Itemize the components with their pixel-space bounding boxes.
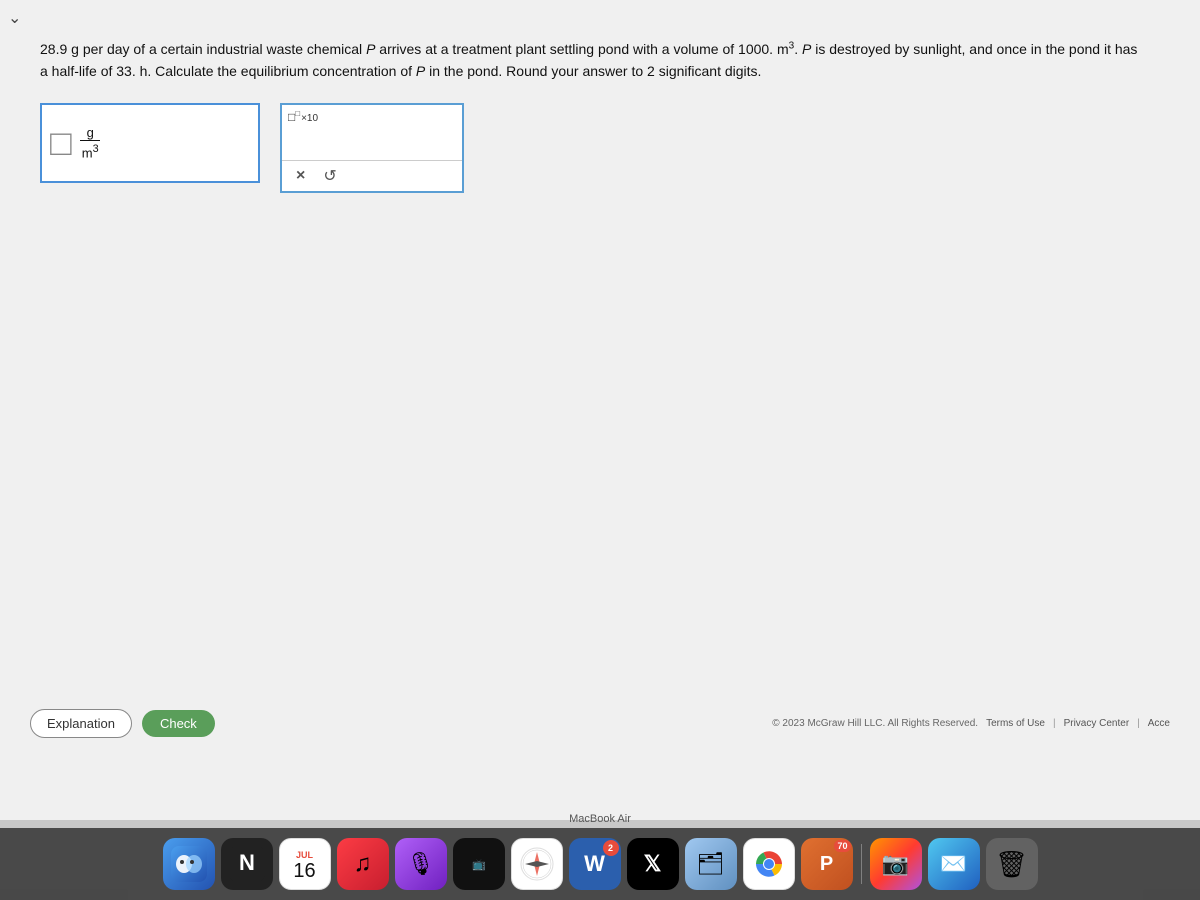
dock-chrome[interactable] <box>743 838 795 890</box>
dock-x[interactable]: 𝕏 <box>627 838 679 890</box>
dock-powerpoint[interactable]: P 70 <box>801 838 853 890</box>
dock-finder[interactable] <box>163 838 215 890</box>
privacy-link[interactable]: Privacy Center <box>1064 718 1130 729</box>
bottom-action-bar: Explanation Check © 2023 McGraw Hill LLC… <box>0 699 1200 748</box>
macbook-label: MacBook Air <box>569 813 631 825</box>
fraction-numerator: g <box>80 125 100 141</box>
dock-podcast[interactable]: 🎙 <box>395 838 447 890</box>
answer-top-area: □□×10 <box>282 105 462 160</box>
main-content: ⌄ 28.9 g per day of a certain industrial… <box>0 0 1200 820</box>
question-text-p3: . <box>794 41 802 57</box>
fraction-den-letter: m <box>82 145 93 160</box>
check-button[interactable]: Check <box>142 710 215 737</box>
dock-trash[interactable]: 🗑 <box>986 838 1038 890</box>
dock-files[interactable]: 🗂 <box>685 838 737 890</box>
question-text-p5: in the pond. Round your answer to 2 sign… <box>425 63 761 79</box>
clear-button[interactable]: × <box>296 167 305 185</box>
explanation-button[interactable]: Explanation <box>30 709 132 738</box>
svg-text:N: N <box>239 850 255 875</box>
fraction-display: g m3 <box>78 125 103 160</box>
word-badge: 2 <box>603 840 619 856</box>
calendar-day: 16 <box>293 860 315 883</box>
question-text-p2: arrives at a treatment plant settling po… <box>375 41 788 57</box>
ppt-badge: 70 <box>834 840 850 852</box>
left-buttons: Explanation Check <box>30 709 215 738</box>
acce-link[interactable]: Acce <box>1148 718 1170 729</box>
answer-bottom-buttons: × ↺ <box>282 160 462 191</box>
dock-news[interactable]: N <box>221 838 273 890</box>
separator2: | <box>1137 718 1140 729</box>
chem-var-p: P <box>366 41 375 57</box>
bracket-left: □ <box>50 125 72 161</box>
chevron-down-button[interactable]: ⌄ <box>8 8 21 28</box>
dock-calendar[interactable]: JUL 16 <box>279 838 331 890</box>
dock-separator <box>861 844 862 884</box>
undo-button[interactable]: ↺ <box>323 166 336 186</box>
calendar-month: JUL <box>296 850 313 860</box>
dock-appletv[interactable]: 📺 <box>453 838 505 890</box>
answer-outer-box[interactable]: □□×10 × ↺ <box>280 103 464 193</box>
chevron-area: ⌄ <box>8 8 21 28</box>
chem-var-p2: P <box>802 41 811 57</box>
separator1: | <box>1053 718 1056 729</box>
chem-var-p3: P <box>416 63 425 79</box>
question-text-p1: 28.9 g per day of a certain industrial w… <box>40 41 366 57</box>
dock-music[interactable]: ♫ <box>337 838 389 890</box>
dock-word[interactable]: W 2 <box>569 838 621 890</box>
dock-photos[interactable]: 📷 <box>870 838 922 890</box>
answer-section: □ g m3 □□×10 × ↺ <box>30 103 1170 193</box>
macos-dock: N JUL 16 ♫ 🎙 📺 W 2 𝕏 🗂 <box>0 828 1200 900</box>
footer-links: © 2023 McGraw Hill LLC. All Rights Reser… <box>772 718 1170 729</box>
terms-link[interactable]: Terms of Use <box>986 718 1045 729</box>
copyright-text: © 2023 McGraw Hill LLC. All Rights Reser… <box>772 718 978 729</box>
fraction-denominator: m3 <box>78 143 103 160</box>
dock-safari[interactable] <box>511 838 563 890</box>
x10-label: □□×10 <box>288 109 318 124</box>
fraction-input-box[interactable]: □ g m3 <box>40 103 260 183</box>
answer-container: □□×10 × ↺ <box>280 103 464 193</box>
question-text: 28.9 g per day of a certain industrial w… <box>40 38 1140 83</box>
fraction-den-exp: 3 <box>93 143 99 155</box>
dock-mail[interactable]: ✉️ <box>928 838 980 890</box>
fraction-container: □ g m3 <box>50 125 103 161</box>
